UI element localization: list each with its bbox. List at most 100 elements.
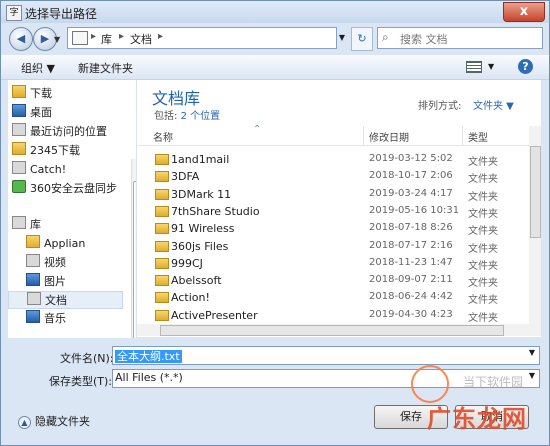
file-name[interactable]: ActivePresenter: [171, 309, 258, 322]
sidebar-item-libraries[interactable]: 库: [12, 216, 125, 234]
sidebar-item-recent[interactable]: 最近访问的位置: [12, 123, 125, 141]
folder-icon: [155, 205, 169, 217]
breadcrumb-separator-icon: ▸: [158, 31, 164, 42]
sidebar-item-downloads[interactable]: 下载: [12, 85, 125, 103]
folder-icon: [155, 223, 169, 235]
file-name[interactable]: 3DFA: [171, 170, 199, 183]
file-name[interactable]: Action!: [171, 291, 210, 304]
table-row[interactable]: 1and1mail 2019-03-12 5:02 文件夹: [137, 151, 541, 168]
file-type: 文件夹: [468, 191, 498, 203]
file-name[interactable]: 1and1mail: [171, 153, 229, 166]
sidebar-item-label: 2345下载: [30, 144, 80, 157]
file-type: 文件夹: [468, 312, 498, 324]
file-list-pane: 文档库 包括: 2 个位置 排列方式: 文件夹 ▼ 名称 ⌃ 修改日期 类型 1…: [137, 80, 541, 337]
column-separator[interactable]: [462, 126, 463, 145]
refresh-button[interactable]: ↻: [351, 27, 373, 51]
filename-input[interactable]: 全本大纲.txt ▼: [112, 346, 540, 365]
file-name[interactable]: 91 Wireless: [171, 222, 235, 235]
table-row[interactable]: 7thShare Studio 2019-05-16 10:31 文件夹: [137, 203, 541, 220]
horizontal-scroll-thumb[interactable]: [160, 325, 504, 336]
file-name[interactable]: 999CJ: [171, 257, 203, 270]
sidebar-item-label: 视频: [44, 256, 66, 269]
sidebar-item-label: 库: [30, 218, 41, 231]
table-row[interactable]: 3DMark 11 2019-03-24 4:17 文件夹: [137, 186, 541, 203]
table-row[interactable]: ActivePresenter 2019-04-30 4:23 文件夹: [137, 307, 541, 324]
library-icon: [12, 216, 26, 229]
sidebar-item-label: 文档: [45, 294, 67, 307]
sidebar-item-desktop[interactable]: 桌面: [12, 104, 125, 122]
view-dropdown-icon[interactable]: ▼: [488, 62, 494, 71]
column-name[interactable]: 名称: [153, 129, 173, 144]
folder-icon: [155, 154, 169, 165]
file-date: 2019-03-12 5:02: [369, 153, 453, 164]
file-name[interactable]: 360js Files: [171, 240, 228, 253]
breadcrumb-library[interactable]: 库: [101, 31, 112, 47]
filetype-value[interactable]: All Files (*.*): [115, 371, 183, 384]
sidebar-item-label: Catch!: [30, 163, 67, 176]
table-row[interactable]: 360js Files 2018-07-17 2:16 文件夹: [137, 238, 541, 255]
search-box[interactable]: ⌕ 搜索 文档: [377, 27, 543, 49]
breadcrumb-documents[interactable]: 文档: [130, 31, 152, 47]
picture-library-icon: [26, 273, 40, 286]
file-type: 文件夹: [468, 157, 498, 168]
file-type: 文件夹: [468, 243, 498, 255]
file-date: 2018-06-24 4:42: [369, 291, 453, 303]
search-input[interactable]: 搜索 文档: [400, 31, 448, 47]
library-locations-link[interactable]: 2 个位置: [181, 111, 221, 122]
organize-button[interactable]: 组织 ▼: [21, 60, 55, 76]
folder-icon: [12, 142, 26, 155]
recent-pages-dropdown[interactable]: ▼: [54, 35, 60, 44]
hide-folders-button[interactable]: ▲ 隐藏文件夹: [18, 413, 90, 429]
address-bar[interactable]: ▸ 库 ▸ 文档 ▸: [67, 27, 337, 49]
table-row[interactable]: Abelssoft 2018-09-07 2:11 文件夹: [137, 272, 541, 289]
file-type: 文件夹: [468, 295, 498, 307]
filename-dropdown-icon[interactable]: ▼: [529, 348, 535, 357]
file-list-horizontal-scrollbar[interactable]: [137, 324, 541, 336]
sidebar-item-documents[interactable]: 文档: [8, 291, 123, 309]
view-options-icon[interactable]: [466, 61, 482, 73]
sort-dropdown[interactable]: 文件夹 ▼: [473, 97, 514, 112]
file-name[interactable]: 3DMark 11: [171, 188, 231, 201]
help-icon[interactable]: ?: [518, 59, 533, 74]
table-row[interactable]: 3DFA 2018-10-17 2:06 文件夹: [137, 168, 541, 185]
folder-icon: [155, 171, 169, 183]
sidebar-item-360-cloud[interactable]: 360安全云盘同步: [12, 180, 125, 198]
filename-value[interactable]: 全本大纲.txt: [115, 348, 182, 364]
sidebar-item-videos[interactable]: 视频: [26, 254, 136, 272]
column-date[interactable]: 修改日期: [369, 129, 409, 144]
table-row[interactable]: 999CJ 2018-11-23 1:47 文件夹: [137, 255, 541, 272]
file-date: 2018-11-23 1:47: [369, 256, 453, 268]
new-folder-button[interactable]: 新建文件夹: [78, 60, 133, 76]
table-row[interactable]: 91 Wireless 2018-07-18 8:26 文件夹: [137, 220, 541, 237]
file-date: 2019-03-24 4:17: [369, 187, 453, 199]
column-type[interactable]: 类型: [468, 129, 488, 144]
file-name[interactable]: 7thShare Studio: [171, 205, 260, 218]
sidebar-item-music[interactable]: 音乐: [26, 310, 136, 328]
table-row[interactable]: Action! 2018-06-24 4:42 文件夹: [137, 289, 541, 306]
document-icon: [12, 161, 26, 174]
address-dropdown-icon[interactable]: ▼: [336, 27, 348, 49]
back-button[interactable]: ◀: [9, 27, 33, 51]
file-name[interactable]: Abelssoft: [171, 274, 222, 287]
file-type: 文件夹: [468, 260, 498, 272]
folder-icon: [155, 275, 169, 287]
folder-icon: [155, 292, 169, 304]
breadcrumb-separator-icon: ▸: [119, 31, 125, 42]
file-type: 文件夹: [468, 278, 498, 290]
site-watermark: 当下软件园 广东龙网: [411, 365, 546, 443]
download-folder-icon: [12, 85, 26, 98]
sidebar-item-catch[interactable]: Catch!: [12, 161, 125, 179]
file-type: 文件夹: [468, 174, 498, 186]
command-toolbar: 组织 ▼ 新建文件夹 ▼ ?: [1, 55, 549, 80]
sidebar-item-2345-download[interactable]: 2345下载: [12, 142, 125, 160]
sidebar-item-applian[interactable]: Applian: [26, 235, 136, 253]
vertical-scroll-thumb[interactable]: [530, 146, 541, 238]
filename-selected-text[interactable]: 全本大纲.txt: [115, 350, 182, 363]
close-button[interactable]: x: [503, 2, 545, 22]
sidebar-item-label: 图片: [44, 275, 66, 288]
sidebar-item-pictures[interactable]: 图片: [26, 273, 136, 291]
sort-label: 排列方式:: [418, 101, 462, 112]
file-list-vertical-scrollbar[interactable]: [529, 126, 541, 324]
column-separator[interactable]: [363, 126, 364, 145]
library-title: 文档库: [152, 89, 201, 108]
